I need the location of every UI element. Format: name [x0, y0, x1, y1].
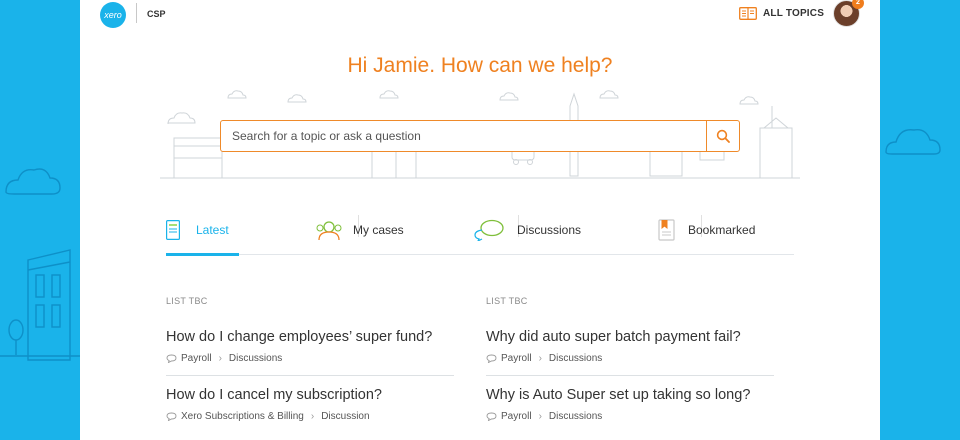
question-meta: Payroll › Discussions	[166, 353, 454, 364]
tab-discussions-label: Discussions	[517, 223, 582, 237]
comment-icon	[486, 412, 497, 421]
category-link[interactable]: Payroll	[181, 353, 212, 364]
org-name: CSP	[147, 9, 166, 19]
list-divider	[486, 375, 774, 376]
comment-icon	[166, 354, 177, 363]
search-button[interactable]	[706, 121, 739, 151]
all-topics-link[interactable]: ALL TOPICS	[763, 8, 824, 19]
tab-latest-label: Latest	[196, 223, 229, 237]
section-link[interactable]: Discussion	[321, 411, 369, 422]
list-item[interactable]: Why is Auto Super set up taking so long?…	[486, 387, 774, 440]
category-link[interactable]: Payroll	[501, 353, 532, 364]
question-title[interactable]: Why is Auto Super set up taking so long?	[486, 387, 774, 403]
section-link[interactable]: Discussions	[549, 353, 602, 364]
topics-book-icon[interactable]	[739, 7, 757, 20]
active-tab-indicator	[166, 253, 239, 256]
search-icon	[716, 129, 730, 143]
question-list-left: LIST TBC How do I change employees’ supe…	[166, 296, 454, 440]
question-meta: Xero Subscriptions & Billing › Discussio…	[166, 411, 454, 422]
search-input[interactable]	[221, 121, 706, 151]
list-divider	[166, 375, 454, 376]
list-item[interactable]: Why did auto super batch payment fail? P…	[486, 329, 774, 387]
category-link[interactable]: Xero Subscriptions & Billing	[181, 411, 304, 422]
header-divider	[136, 3, 137, 23]
search-box	[220, 120, 740, 152]
question-title[interactable]: How do I change employees’ super fund?	[166, 329, 454, 345]
tab-my-cases[interactable]: My cases	[316, 205, 404, 255]
chevron-right-icon: ›	[538, 353, 542, 364]
tab-discussions[interactable]: Discussions	[474, 205, 581, 255]
list-heading: LIST TBC	[166, 296, 208, 306]
comment-icon	[486, 354, 497, 363]
list-item[interactable]: How do I cancel my subscription? Xero Su…	[166, 387, 454, 440]
question-meta: Payroll › Discussions	[486, 353, 774, 364]
question-meta: Payroll › Discussions	[486, 411, 774, 422]
background-illustration-right	[885, 129, 941, 155]
section-link[interactable]: Discussions	[549, 411, 602, 422]
tab-bookmarked[interactable]: Bookmarked	[658, 205, 755, 255]
chevron-right-icon: ›	[310, 411, 315, 422]
tab-bar: Latest My cases Discussions Bookmarked	[166, 205, 794, 256]
my-cases-icon	[316, 221, 342, 241]
greeting-heading: Hi Jamie. How can we help?	[347, 54, 613, 77]
question-list-right: LIST TBC Why did auto super batch paymen…	[486, 296, 774, 440]
comment-icon	[166, 412, 177, 421]
chevron-right-icon: ›	[218, 353, 222, 364]
category-link[interactable]: Payroll	[501, 411, 532, 422]
bookmark-icon	[658, 219, 675, 241]
notification-badge: 2	[852, 0, 864, 9]
latest-icon	[166, 220, 180, 240]
list-item[interactable]: How do I change employees’ super fund? P…	[166, 329, 454, 387]
tab-bookmarked-label: Bookmarked	[688, 223, 756, 237]
top-bar: xero CSP ALL TOPICS 2	[80, 0, 880, 30]
list-heading: LIST TBC	[486, 296, 528, 306]
background-illustration-left	[0, 168, 80, 361]
discussions-icon	[474, 219, 504, 241]
tab-my-cases-label: My cases	[353, 223, 404, 237]
question-title[interactable]: Why did auto super batch payment fail?	[486, 329, 774, 345]
main-panel: xero CSP ALL TOPICS 2 Hi Jamie. How can …	[80, 0, 880, 440]
xero-logo[interactable]: xero	[100, 2, 126, 28]
tab-latest[interactable]: Latest	[166, 205, 239, 256]
question-title[interactable]: How do I cancel my subscription?	[166, 387, 454, 403]
section-link[interactable]: Discussions	[229, 353, 282, 364]
chevron-right-icon: ›	[538, 411, 542, 422]
